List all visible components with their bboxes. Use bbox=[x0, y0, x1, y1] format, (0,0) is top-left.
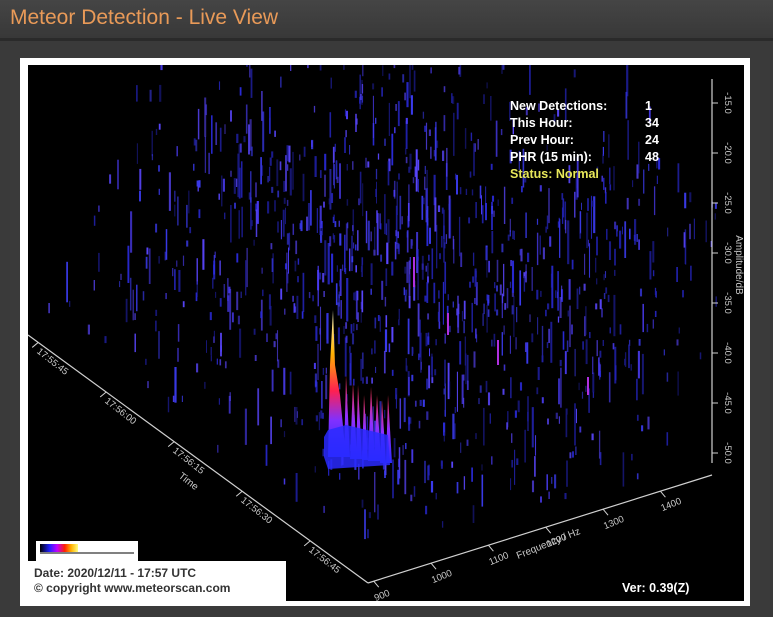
amplitude-tick-label: -45.0 bbox=[722, 392, 733, 414]
freq-tick bbox=[660, 490, 666, 498]
freq-tick-label: 1000 bbox=[430, 568, 454, 586]
freq-tick bbox=[430, 562, 437, 570]
title-divider bbox=[0, 38, 773, 41]
stat-phr: PHR (15 min): 48 bbox=[510, 149, 690, 166]
stat-value: 34 bbox=[645, 116, 659, 130]
copyright-text: © copyright www.meteorscan.com bbox=[34, 581, 231, 595]
color-scale bbox=[36, 541, 138, 561]
amplitude-tick-label: -50.0 bbox=[722, 442, 733, 464]
stat-label: New Detections: bbox=[510, 99, 608, 113]
title-bar: Meteor Detection - Live View bbox=[0, 0, 773, 41]
capture-date: Date: 2020/12/11 - 17:57 UTC bbox=[34, 566, 197, 580]
time-tick bbox=[235, 490, 243, 497]
amplitude-tick-label: -15.0 bbox=[722, 92, 733, 114]
color-scale-ticks bbox=[40, 552, 134, 554]
caption-box: Date: 2020/12/11 - 17:57 UTC © copyright… bbox=[28, 561, 286, 601]
window-title: Meteor Detection - Live View bbox=[10, 6, 279, 29]
stat-this-hour: This Hour: 34 bbox=[510, 115, 690, 132]
spectrogram-view: 17:55:45 17:56:00 17:56:15 17:56:30 17:56:45… bbox=[28, 65, 744, 601]
stat-prev-hour: Prev Hour: 24 bbox=[510, 132, 690, 149]
status-text: Status: Normal bbox=[510, 167, 599, 181]
amplitude-tick-label: -25.0 bbox=[722, 192, 733, 214]
version-label: Ver: 0.39(Z) bbox=[622, 581, 690, 595]
freq-tick-label: 1300 bbox=[602, 514, 626, 532]
detection-stats: New Detections: 1 This Hour: 34 Prev Hou… bbox=[510, 98, 690, 183]
time-tick bbox=[31, 342, 39, 348]
time-tick bbox=[99, 391, 107, 398]
stat-value: 48 bbox=[645, 150, 659, 164]
stat-label: PHR (15 min): bbox=[510, 150, 592, 164]
time-tick bbox=[167, 441, 175, 448]
freq-tick-label: 900 bbox=[373, 588, 392, 601]
freq-tick bbox=[602, 508, 609, 516]
amplitude-axis-title: Amplitude/dB bbox=[733, 235, 744, 295]
stat-new-detections: New Detections: 1 bbox=[510, 98, 690, 115]
freq-axis-title: Frequency / Hz bbox=[515, 526, 582, 562]
freq-tick bbox=[545, 526, 552, 534]
amplitude-tick-label: -40.0 bbox=[722, 342, 733, 364]
freq-tick bbox=[373, 580, 380, 588]
stat-label: Prev Hour: bbox=[510, 133, 574, 147]
stat-value: 24 bbox=[645, 133, 659, 147]
amplitude-tick-label: -35.0 bbox=[722, 292, 733, 314]
freq-tick bbox=[488, 544, 494, 552]
stat-label: This Hour: bbox=[510, 116, 573, 130]
amplitude-tick-label: -30.0 bbox=[722, 242, 733, 264]
amplitude-tick-label: -20.0 bbox=[722, 142, 733, 164]
stat-value: 1 bbox=[645, 99, 652, 113]
freq-tick-label: 1100 bbox=[487, 550, 510, 568]
time-tick bbox=[303, 540, 311, 547]
freq-tick-label: 1400 bbox=[659, 496, 683, 514]
